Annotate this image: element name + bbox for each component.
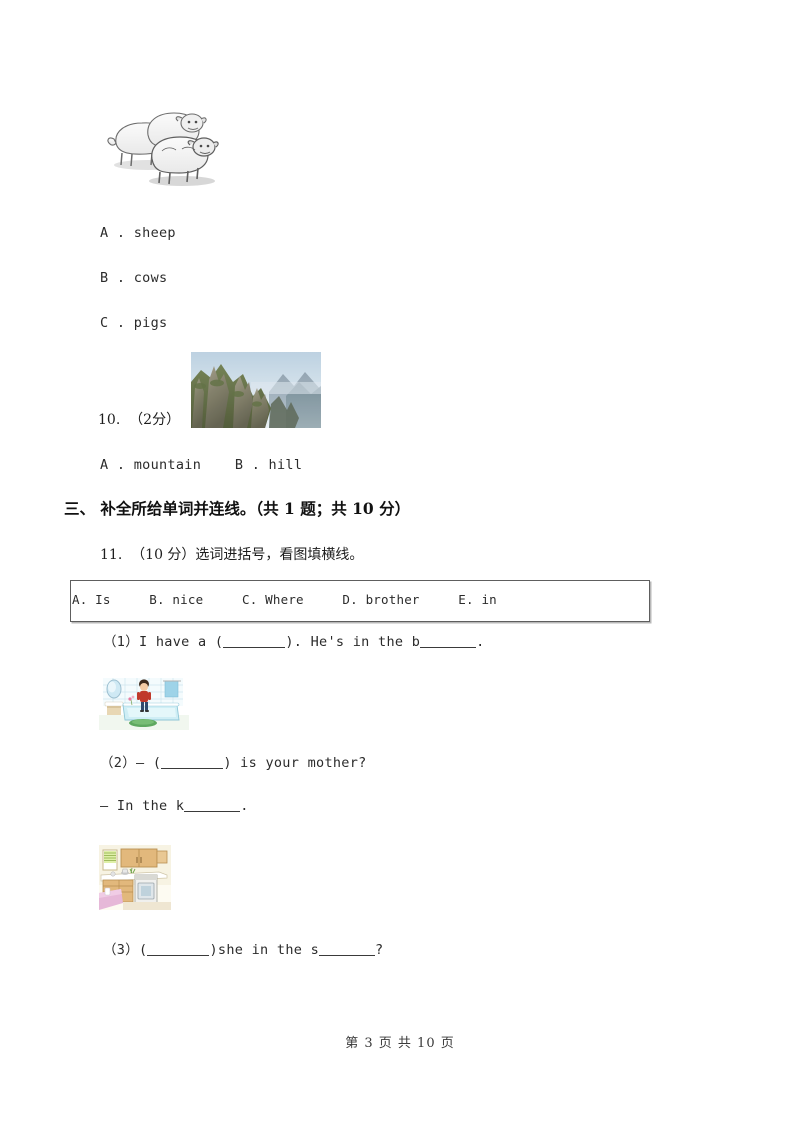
q9-option-c[interactable]: C . pigs xyxy=(100,315,167,331)
q11-sub-1-prefix: （1）I have a ( xyxy=(103,634,224,650)
q11-sub-2-answer-blank[interactable] xyxy=(184,798,241,812)
sheep-illustration xyxy=(100,103,226,191)
q11-sub-1-blank-bracket[interactable] xyxy=(223,634,286,648)
q11-sub-3-blank-word[interactable] xyxy=(319,942,376,956)
q11-sub-2-prefix: （2）— ( xyxy=(100,755,162,771)
q11-sub-1-middle: ). He's in the b xyxy=(285,634,421,650)
q11-sub-3[interactable]: （3）( )she in the s? xyxy=(103,938,383,958)
q9-option-a[interactable]: A . sheep xyxy=(100,225,176,241)
q11-sub-2-middle: ) is your mother? xyxy=(223,755,367,771)
q11-sub-3-middle: )she in the s xyxy=(209,942,320,958)
word-bank-box: A. Is B. nice C. Where D. brother E. in xyxy=(70,580,650,622)
q11-sub-3-suffix: ? xyxy=(375,942,384,958)
q11-sub-3-blank-bracket[interactable] xyxy=(147,942,210,956)
mountain-photo xyxy=(191,352,321,428)
exam-page: A . sheep B . cows C . pigs 10. （2分） A .… xyxy=(0,0,800,1132)
page-footer: 第 3 页 共 10 页 xyxy=(345,1036,455,1051)
q11-sub-1-blank-word[interactable] xyxy=(420,634,477,648)
q11-sub-3-prefix: （3）( xyxy=(103,942,148,958)
section-heading-3: 三、 补全所给单词并连线。（共 1 题；共 10 分） xyxy=(64,499,411,518)
kitchen-illustration xyxy=(99,845,171,910)
q11-sub-2-answer-suffix: . xyxy=(240,798,249,814)
q11-sub-2[interactable]: （2）— ( ) is your mother? xyxy=(100,751,367,771)
word-bank-options[interactable]: A. Is B. nice C. Where D. brother E. in xyxy=(72,592,497,607)
q11-sub-2-answer[interactable]: — In the k. xyxy=(100,798,249,814)
q10-options[interactable]: A . mountain B . hill xyxy=(100,457,302,473)
q11-sub-1-suffix: . xyxy=(476,634,485,650)
q11-stem: 11. （10 分）选词进括号，看图填横线。 xyxy=(100,547,364,563)
bathroom-illustration xyxy=(99,675,189,730)
q10-number: 10. （2分） xyxy=(98,412,181,428)
q11-sub-1[interactable]: （1）I have a ( ). He's in the b. xyxy=(103,630,485,650)
q11-sub-2-blank-bracket[interactable] xyxy=(161,755,224,769)
q9-option-b[interactable]: B . cows xyxy=(100,270,167,286)
q11-sub-2-answer-prefix: — In the k xyxy=(100,798,185,814)
